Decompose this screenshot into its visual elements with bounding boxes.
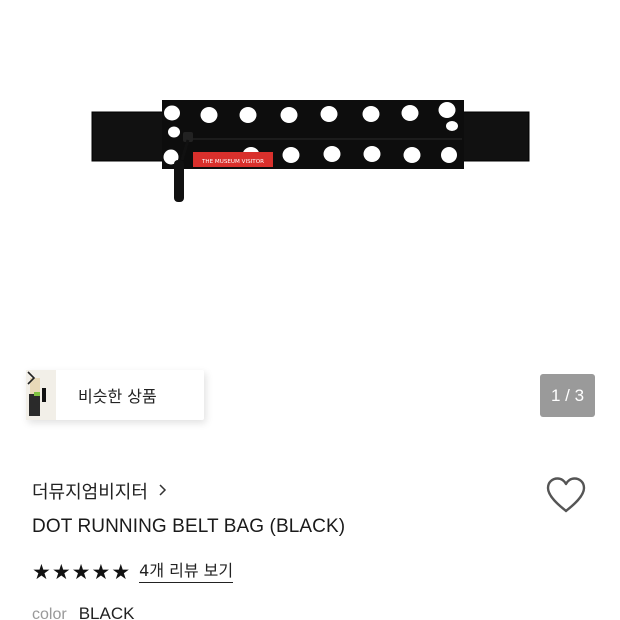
brand-name: 더뮤지엄비지터: [32, 482, 148, 503]
image-counter: 1 / 3: [540, 374, 595, 417]
product-detail-page: THE MUSEUM VISITOR 비슷한 상품 1 / 3 더뮤지엄비지터: [0, 0, 620, 620]
review-link[interactable]: 4개 리뷰 보기: [139, 561, 234, 583]
brand-label-text: THE MUSEUM VISITOR: [201, 159, 264, 165]
star-filled-icon: ★: [51, 560, 71, 584]
product-title: DOT RUNNING BELT BAG (BLACK): [32, 516, 346, 537]
similar-products-label: 비슷한 상품: [78, 387, 157, 406]
star-filled-icon: ★: [71, 560, 91, 584]
brand-link[interactable]: 더뮤지엄비지터: [32, 478, 167, 504]
heart-outline-icon[interactable]: [545, 476, 587, 514]
rating-stars: ★ ★ ★ ★ ★: [32, 560, 131, 584]
star-filled-icon: ★: [111, 560, 131, 584]
color-label: color: [32, 606, 67, 620]
color-row: color BLACK: [32, 604, 134, 620]
chevron-right-icon: [158, 482, 167, 501]
similar-products-button[interactable]: 비슷한 상품: [26, 370, 204, 420]
star-filled-icon: ★: [91, 560, 111, 584]
rating-row: ★ ★ ★ ★ ★ 4개 리뷰 보기: [32, 560, 234, 584]
product-image[interactable]: THE MUSEUM VISITOR 비슷한 상품 1 / 3: [0, 0, 620, 440]
star-filled-icon: ★: [32, 560, 51, 584]
color-value: BLACK: [78, 604, 135, 620]
